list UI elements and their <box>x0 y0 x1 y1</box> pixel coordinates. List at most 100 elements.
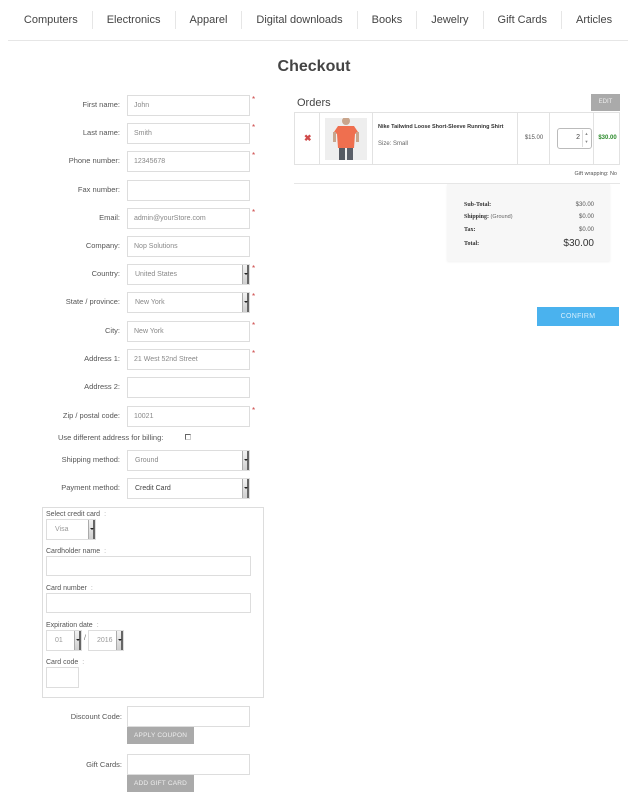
total-row: Total: $30.00 <box>464 238 594 251</box>
state-value: New York <box>135 299 165 306</box>
dropdown-arrow-icon[interactable] <box>74 631 81 650</box>
nav-item-articles[interactable]: Articles <box>562 11 626 29</box>
address1-input[interactable]: 21 West 52nd Street <box>127 349 250 370</box>
credit-card-type-select[interactable]: Visa <box>46 519 96 540</box>
confirm-order-button[interactable]: CONFIRM <box>537 307 619 326</box>
add-gift-card-button[interactable]: ADD GIFT CARD <box>127 775 195 792</box>
last-name-input[interactable]: Smith <box>127 123 250 144</box>
cardholder-name-input[interactable] <box>46 556 251 576</box>
discount-code-input[interactable] <box>127 706 250 727</box>
city-row: City: New York * <box>0 321 270 343</box>
country-label: Country: <box>91 269 120 278</box>
email-label: Email: <box>99 213 120 222</box>
subtotal-value: $30.00 <box>575 202 594 208</box>
credit-card-type-value: Visa <box>55 526 69 533</box>
shipping-method-label: Shipping method: <box>61 455 120 464</box>
phone-input[interactable]: 12345678 <box>127 151 250 172</box>
expiration-year-select[interactable]: 2016 <box>88 630 124 651</box>
line-total-cell: $30.00 <box>594 113 621 164</box>
remove-item-icon[interactable]: ✖ <box>304 133 312 144</box>
orders-title: Orders <box>297 97 331 109</box>
quantity-stepper[interactable]: 2 ▲ ▼ <box>557 128 592 149</box>
email-row: Email: admin@yourStore.com * <box>0 208 270 230</box>
fax-label: Fax number: <box>77 185 120 194</box>
city-label: City: <box>105 326 120 335</box>
shipping-method-select[interactable]: Ground <box>127 450 250 471</box>
email-input[interactable]: admin@yourStore.com <box>127 208 250 229</box>
country-select[interactable]: United States <box>127 264 250 285</box>
first-name-input[interactable]: John <box>127 95 250 116</box>
company-input[interactable]: Nop Solutions <box>127 236 250 257</box>
product-name-cell: Nike Tailwind Loose Short-Sleeve Running… <box>373 113 518 164</box>
zip-row: Zip / postal code: 10021 * <box>0 406 270 428</box>
payment-method-select[interactable]: Credit Card <box>127 478 250 499</box>
required-marker: * <box>252 95 256 104</box>
address2-label: Address 2: <box>84 382 120 391</box>
nav-item-electronics[interactable]: Electronics <box>93 11 176 29</box>
shipping-value: $0.00 <box>578 214 594 220</box>
expiration-month-value: 01 <box>55 637 63 644</box>
dropdown-arrow-icon[interactable] <box>242 479 249 498</box>
card-number-input[interactable] <box>46 593 251 613</box>
gift-card-label: Gift Cards: <box>86 760 122 769</box>
gift-wrapping-info: Gift wrapping: No <box>574 171 618 177</box>
nav-item-computers[interactable]: Computers <box>10 11 93 29</box>
billing-address-row: Use different address for billing: <box>0 432 270 444</box>
nav-item-apparel[interactable]: Apparel <box>176 11 243 29</box>
unit-price: $15.00 <box>524 135 544 141</box>
product-image[interactable] <box>325 118 367 160</box>
subtotal-row: Sub-Total: $30.00 <box>464 202 594 212</box>
billing-address-checkbox[interactable] <box>185 434 191 440</box>
card-code-label: Card code: <box>46 659 85 666</box>
phone-row: Phone number: 12345678 * <box>0 151 270 173</box>
state-row: State / province: New York * <box>0 292 270 314</box>
tax-value: $0.00 <box>578 227 594 233</box>
nav-item-gift-cards[interactable]: Gift Cards <box>484 11 563 29</box>
product-name-link[interactable]: Nike Tailwind Loose Short-Sleeve Running… <box>378 124 504 130</box>
edit-cart-button[interactable]: EDIT <box>591 94 620 111</box>
city-input[interactable]: New York <box>127 321 250 342</box>
quantity-value: 2 <box>576 134 580 141</box>
fax-input[interactable] <box>127 180 250 201</box>
required-marker: * <box>252 349 256 358</box>
dropdown-arrow-icon[interactable] <box>116 631 123 650</box>
total-label: Total: <box>464 241 480 247</box>
top-navigation: Computers Electronics Apparel Digital do… <box>0 0 628 40</box>
card-code-input[interactable] <box>46 667 79 688</box>
expiration-month-select[interactable]: 01 <box>46 630 82 651</box>
spinner-arrows-icon[interactable]: ▲ ▼ <box>582 130 590 147</box>
tax-row: Tax: $0.00 <box>464 227 594 237</box>
required-marker: * <box>252 264 256 273</box>
apply-coupon-button[interactable]: APPLY COUPON <box>127 727 195 744</box>
nav-item-jewelry[interactable]: Jewelry <box>417 11 484 29</box>
line-total: $30.00 <box>598 135 617 141</box>
state-select[interactable]: New York <box>127 292 250 313</box>
gift-card-input[interactable] <box>127 754 250 775</box>
nav-divider <box>8 40 628 41</box>
card-number-label: Card number: <box>46 585 93 592</box>
shipping-method-row: Shipping method: Ground <box>0 450 270 472</box>
first-name-row: First name: John * <box>0 95 270 117</box>
phone-label: Phone number: <box>68 156 120 165</box>
required-marker: * <box>252 321 256 330</box>
dropdown-arrow-icon[interactable] <box>242 293 249 312</box>
last-name-row: Last name: Smith * <box>0 123 270 145</box>
shipping-method-value: Ground <box>135 457 159 464</box>
remove-cell: ✖ <box>295 113 320 164</box>
product-picture-cell <box>320 113 373 164</box>
nav-item-digital-downloads[interactable]: Digital downloads <box>242 11 358 29</box>
payment-method-row: Payment method: Credit Card <box>0 478 270 500</box>
address2-input[interactable] <box>127 377 250 398</box>
cart-item-row: ✖ Nike Tailwind Loose Short-Sleeve Runni… <box>294 112 620 165</box>
dropdown-arrow-icon[interactable] <box>88 520 95 539</box>
discount-code-label: Discount Code: <box>70 712 122 721</box>
dropdown-arrow-icon[interactable] <box>242 451 249 470</box>
zip-input[interactable]: 10021 <box>127 406 250 427</box>
dropdown-arrow-icon[interactable] <box>242 265 249 284</box>
expiration-separator: / <box>84 635 86 642</box>
orange-shirt-image <box>325 118 367 160</box>
cardholder-name-label: Cardholder name: <box>46 548 107 555</box>
address2-row: Address 2: <box>0 377 270 399</box>
billing-address-label: Use different address for billing: <box>58 433 164 442</box>
nav-item-books[interactable]: Books <box>358 11 418 29</box>
